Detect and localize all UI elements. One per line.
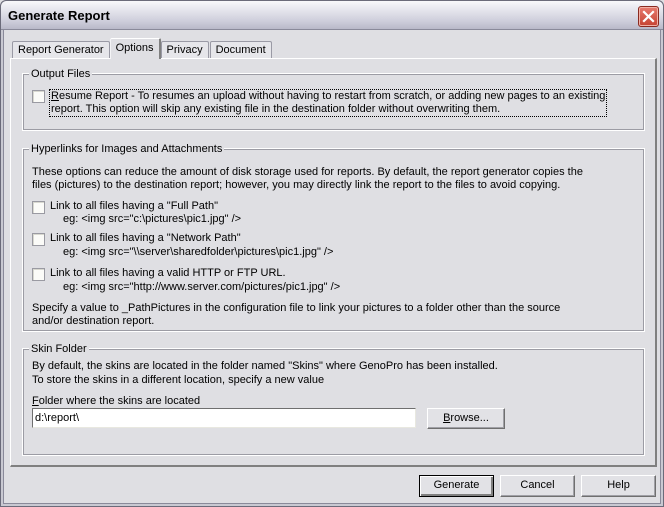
hyperlinks-description-line2: files (pictures) to the destination repo… — [32, 179, 561, 191]
skin-folder-field-mnemonic: F — [32, 395, 39, 407]
network-path-example: eg: <img src="\\server\sharedfolder\pict… — [63, 246, 334, 258]
close-x-icon — [642, 10, 655, 23]
skin-folder-description-line2: To store the skins in a different locati… — [32, 374, 325, 386]
full-path-checkbox[interactable] — [32, 201, 45, 214]
hyperlinks-legend: Hyperlinks for Images and Attachments — [29, 143, 225, 156]
output-files-legend: Output Files — [29, 68, 93, 81]
skin-folder-input[interactable]: d:\report\ — [32, 408, 416, 428]
resume-report-label-line2: report. This option will skip any existi… — [51, 103, 501, 115]
skin-folder-description-line1: By default, the skins are located in the… — [32, 360, 498, 372]
tab-options[interactable]: Options — [109, 38, 161, 59]
browse-button[interactable]: Browse... — [427, 408, 505, 429]
network-path-checkbox[interactable] — [32, 233, 45, 246]
resume-report-label[interactable]: Resume Report - To resumes an upload wit… — [49, 89, 608, 117]
full-path-label[interactable]: Link to all files having a "Full Path" — [50, 200, 218, 213]
help-button[interactable]: Help — [581, 475, 656, 497]
skin-folder-field-label: Folder where the skins are located — [32, 395, 200, 408]
generate-report-dialog: Generate Report Report Generator Options… — [0, 0, 664, 507]
window-title: Generate Report — [8, 8, 110, 23]
path-pictures-note-line2: and/or destination report. — [32, 315, 155, 327]
network-path-label[interactable]: Link to all files having a "Network Path… — [50, 232, 241, 245]
hyperlinks-description-line1: These options can reduce the amount of d… — [32, 166, 583, 178]
tab-document[interactable]: Document — [209, 41, 272, 59]
resume-report-label-line1: esume Report - To resumes an upload with… — [58, 90, 606, 102]
generate-button[interactable]: Generate — [419, 475, 494, 497]
path-pictures-note-line1: Specify a value to _PathPictures in the … — [32, 302, 561, 314]
tab-report-generator[interactable]: Report Generator — [12, 41, 110, 59]
cancel-button[interactable]: Cancel — [500, 475, 575, 497]
close-button[interactable] — [638, 6, 659, 27]
resume-report-checkbox[interactable] — [32, 90, 45, 103]
tab-strip: Report Generator Options Privacy Documen… — [12, 38, 273, 59]
http-ftp-url-label[interactable]: Link to all files having a valid HTTP or… — [50, 267, 286, 280]
full-path-example: eg: <img src="c:\pictures\pic1.jpg" /> — [63, 213, 242, 225]
browse-label: rowse... — [450, 412, 489, 424]
skin-folder-field-label-text: older where the skins are located — [38, 395, 201, 407]
http-ftp-url-example: eg: <img src="http://www.server.com/pict… — [63, 281, 341, 293]
title-bar[interactable]: Generate Report — [1, 1, 663, 30]
tab-privacy[interactable]: Privacy — [160, 41, 209, 59]
resume-report-mnemonic: R — [51, 90, 59, 102]
skin-folder-legend: Skin Folder — [29, 343, 89, 356]
http-ftp-url-checkbox[interactable] — [32, 268, 45, 281]
